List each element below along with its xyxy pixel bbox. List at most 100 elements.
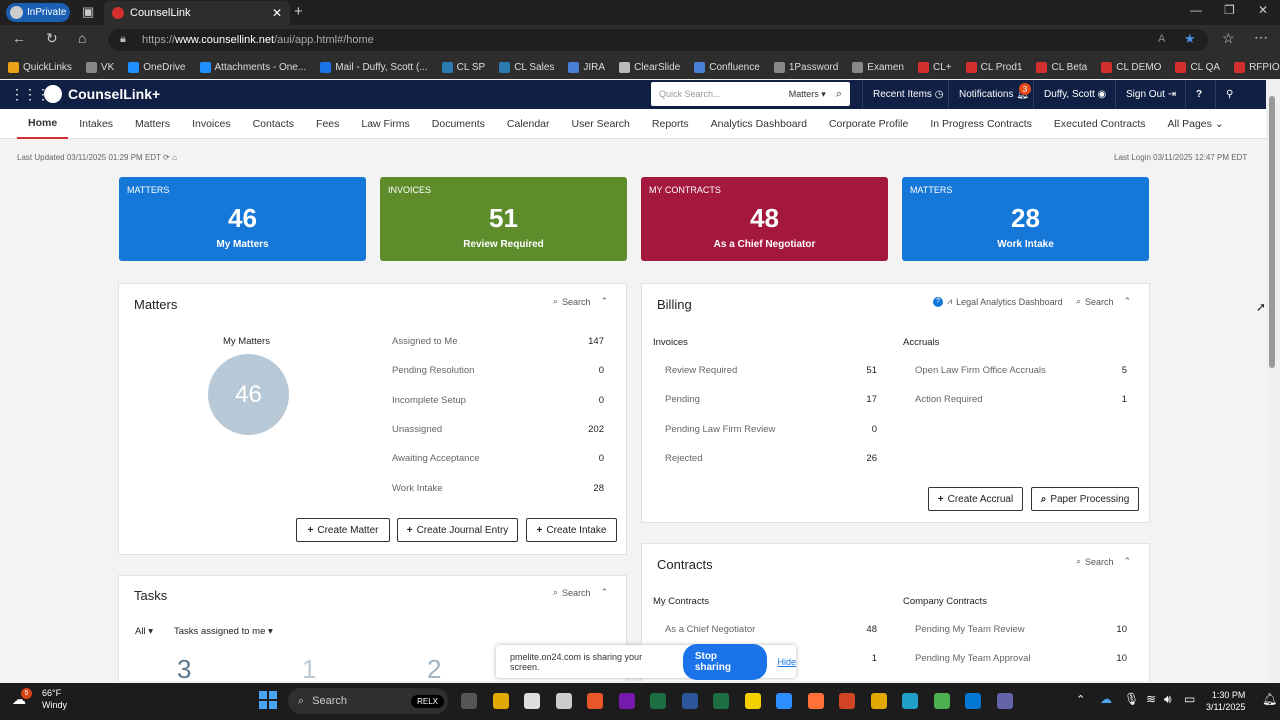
zoom-icon[interactable] [776,693,792,709]
task-count[interactable]: 2 [427,654,441,681]
collapse-chevron-icon[interactable]: ⌃ [1124,296,1132,307]
clock[interactable]: 1:30 PM 3/11/2025 [1206,689,1245,713]
read-aloud-icon[interactable]: A [1158,33,1165,45]
wifi-icon[interactable]: ≋ [1146,692,1156,706]
url-field[interactable]: 🔒︎ https://www.counsellink.net/aui/app.h… [108,29,1208,51]
matters-row-label[interactable]: Awaiting Acceptance [392,453,480,464]
windows-start-icon[interactable] [259,691,277,709]
create-intake-button[interactable]: + Create Intake [526,518,617,542]
invoice-row-value[interactable]: 51 [822,365,877,376]
nav-item-analytics-dashboard[interactable]: Analytics Dashboard [700,109,818,139]
invoice-row-value[interactable]: 17 [822,394,877,405]
bookmark-item[interactable]: CL Sales [499,61,554,73]
bookmark-item[interactable]: Attachments - One... [199,61,306,73]
tasks-filter-assigned[interactable]: Tasks assigned to me ▾ [174,626,273,637]
collapse-chevron-icon[interactable]: ⌃ [1124,556,1132,567]
summary-tile[interactable]: MATTERS 28 Work Intake [902,177,1149,261]
new-tab-icon[interactable]: + [294,3,303,20]
folder-icon[interactable] [870,693,887,709]
nav-item-user-search[interactable]: User Search [561,109,641,139]
favorite-star-icon[interactable]: ★ [1184,31,1196,47]
close-window-icon[interactable]: ✕ [1258,3,1268,17]
matters-row-value[interactable]: 202 [549,424,604,435]
refresh-data-icon[interactable]: ⟳ [163,153,170,162]
company-contracts-row-value[interactable]: 10 [1072,653,1127,664]
home-pin-icon[interactable]: ⌂ [172,153,177,162]
quick-search[interactable]: Quick Search... Matters ▾ ⌕ [651,82,850,106]
teams-icon[interactable] [996,693,1013,709]
nav-item-matters[interactable]: Matters [124,109,181,139]
tray-chevron-icon[interactable]: ⌃ [1076,693,1085,706]
bookmark-item[interactable]: CL Prod1 [965,61,1022,73]
notifications-link[interactable]: Notifications 🔔︎3 [948,80,1039,109]
matters-row-label[interactable]: Incomplete Setup [392,395,466,406]
brand-logo[interactable]: CounselLink+ [44,85,160,103]
invoice-row-label[interactable]: Pending [665,394,700,405]
matters-row-label[interactable]: Assigned to Me [392,336,457,347]
bookmark-item[interactable]: RFPIO [1234,61,1280,73]
contracts-search[interactable]: ⌕ Search ⌃ [1076,556,1131,567]
bookmark-item[interactable]: 1Password [773,61,838,73]
matters-row-label[interactable]: Pending Resolution [392,365,474,376]
user-menu[interactable]: Duffy, Scott ◉ [1033,80,1116,109]
company-contracts-row-label[interactable]: Pending My Team Approval [915,653,1030,664]
volume-icon[interactable]: 🔊︎ [1164,692,1172,707]
more-menu-icon[interactable]: ⋯ [1254,29,1268,46]
company-contracts-row-label[interactable]: Pending My Team Review [915,624,1025,635]
matters-row-value[interactable]: 0 [549,365,604,376]
invoice-row-label[interactable]: Review Required [665,365,737,376]
paper-processing-button[interactable]: ⌕ Paper Processing [1031,487,1139,511]
nav-item-reports[interactable]: Reports [641,109,700,139]
nav-item-calendar[interactable]: Calendar [496,109,561,139]
matters-row-value[interactable]: 28 [549,483,604,494]
accrual-row-value[interactable]: 1 [1072,394,1127,405]
task-count[interactable]: 1 [302,654,316,681]
battery-icon[interactable]: ▭ [1184,692,1195,706]
tab-actions-icon[interactable]: ▣ [82,4,94,20]
excel-icon[interactable] [650,693,666,709]
tasks-filter-all[interactable]: All ▾ [135,626,153,637]
weather-widget[interactable]: ☁ 5 66°F Windy [12,687,67,711]
bookmark-item[interactable]: JIRA [568,61,605,73]
bookmark-item[interactable]: Mail - Duffy, Scott (... [320,61,428,73]
nav-item-law-firms[interactable]: Law Firms [350,109,420,139]
nav-item-contacts[interactable]: Contacts [242,109,305,139]
bookmark-item[interactable]: ClearSlide [619,61,680,73]
tasks-search[interactable]: ⌕ Search ⌃ [553,587,608,598]
browser-tab-active[interactable]: CounselLink ✕ [104,1,290,25]
bookmark-item[interactable]: Confluence [694,61,760,73]
stop-sharing-button[interactable]: Stop sharing [682,643,768,680]
sign-out-link[interactable]: Sign Out ⇥ [1115,80,1186,109]
hide-share-link[interactable]: Hide [777,657,796,667]
nav-item-in-progress-contracts[interactable]: In Progress Contracts [919,109,1043,139]
bookmark-item[interactable]: CL DEMO [1101,61,1161,73]
back-icon[interactable]: ← [12,30,26,46]
quick-search-input[interactable]: Quick Search... [659,89,721,99]
help-button[interactable]: ? [1185,80,1212,109]
nav-item-intakes[interactable]: Intakes [68,109,124,139]
accrual-row-value[interactable]: 5 [1072,365,1127,376]
create-journal-entry-button[interactable]: + Create Journal Entry [397,518,518,542]
bookmark-item[interactable]: OneDrive [128,61,186,73]
excel-icon[interactable] [713,693,729,709]
invoice-row-label[interactable]: Rejected [665,453,703,464]
bookmark-item[interactable]: CL+ [917,61,952,73]
scrollbar-thumb[interactable] [1269,96,1275,368]
home-icon[interactable]: ⌂ [78,30,86,46]
company-contracts-row-value[interactable]: 10 [1072,624,1127,635]
search-scope-select[interactable]: Matters ▾ [789,89,826,100]
powerpoint-icon[interactable] [839,693,855,709]
snagit-icon[interactable] [587,693,603,709]
notification-center-icon[interactable]: 🔔︎ [1262,692,1277,706]
taskbar-search[interactable]: ⌕ Search RELX [288,688,448,714]
calculator-icon[interactable] [555,693,572,709]
invoice-row-value[interactable]: 26 [822,453,877,464]
microphone-icon[interactable]: 🎙︎ [1124,692,1139,706]
inprivate-badge[interactable]: InPrivate [6,3,70,22]
nav-all-pages[interactable]: All Pages ⌄ [1157,109,1235,139]
bookmark-item[interactable]: VK [85,61,114,73]
sticky-notes-icon[interactable] [744,693,761,709]
my-contracts-row-value[interactable]: 1 [822,653,877,664]
collapse-chevron-icon[interactable]: ⌃ [601,296,609,307]
search-icon[interactable]: ⌕ [836,88,842,101]
